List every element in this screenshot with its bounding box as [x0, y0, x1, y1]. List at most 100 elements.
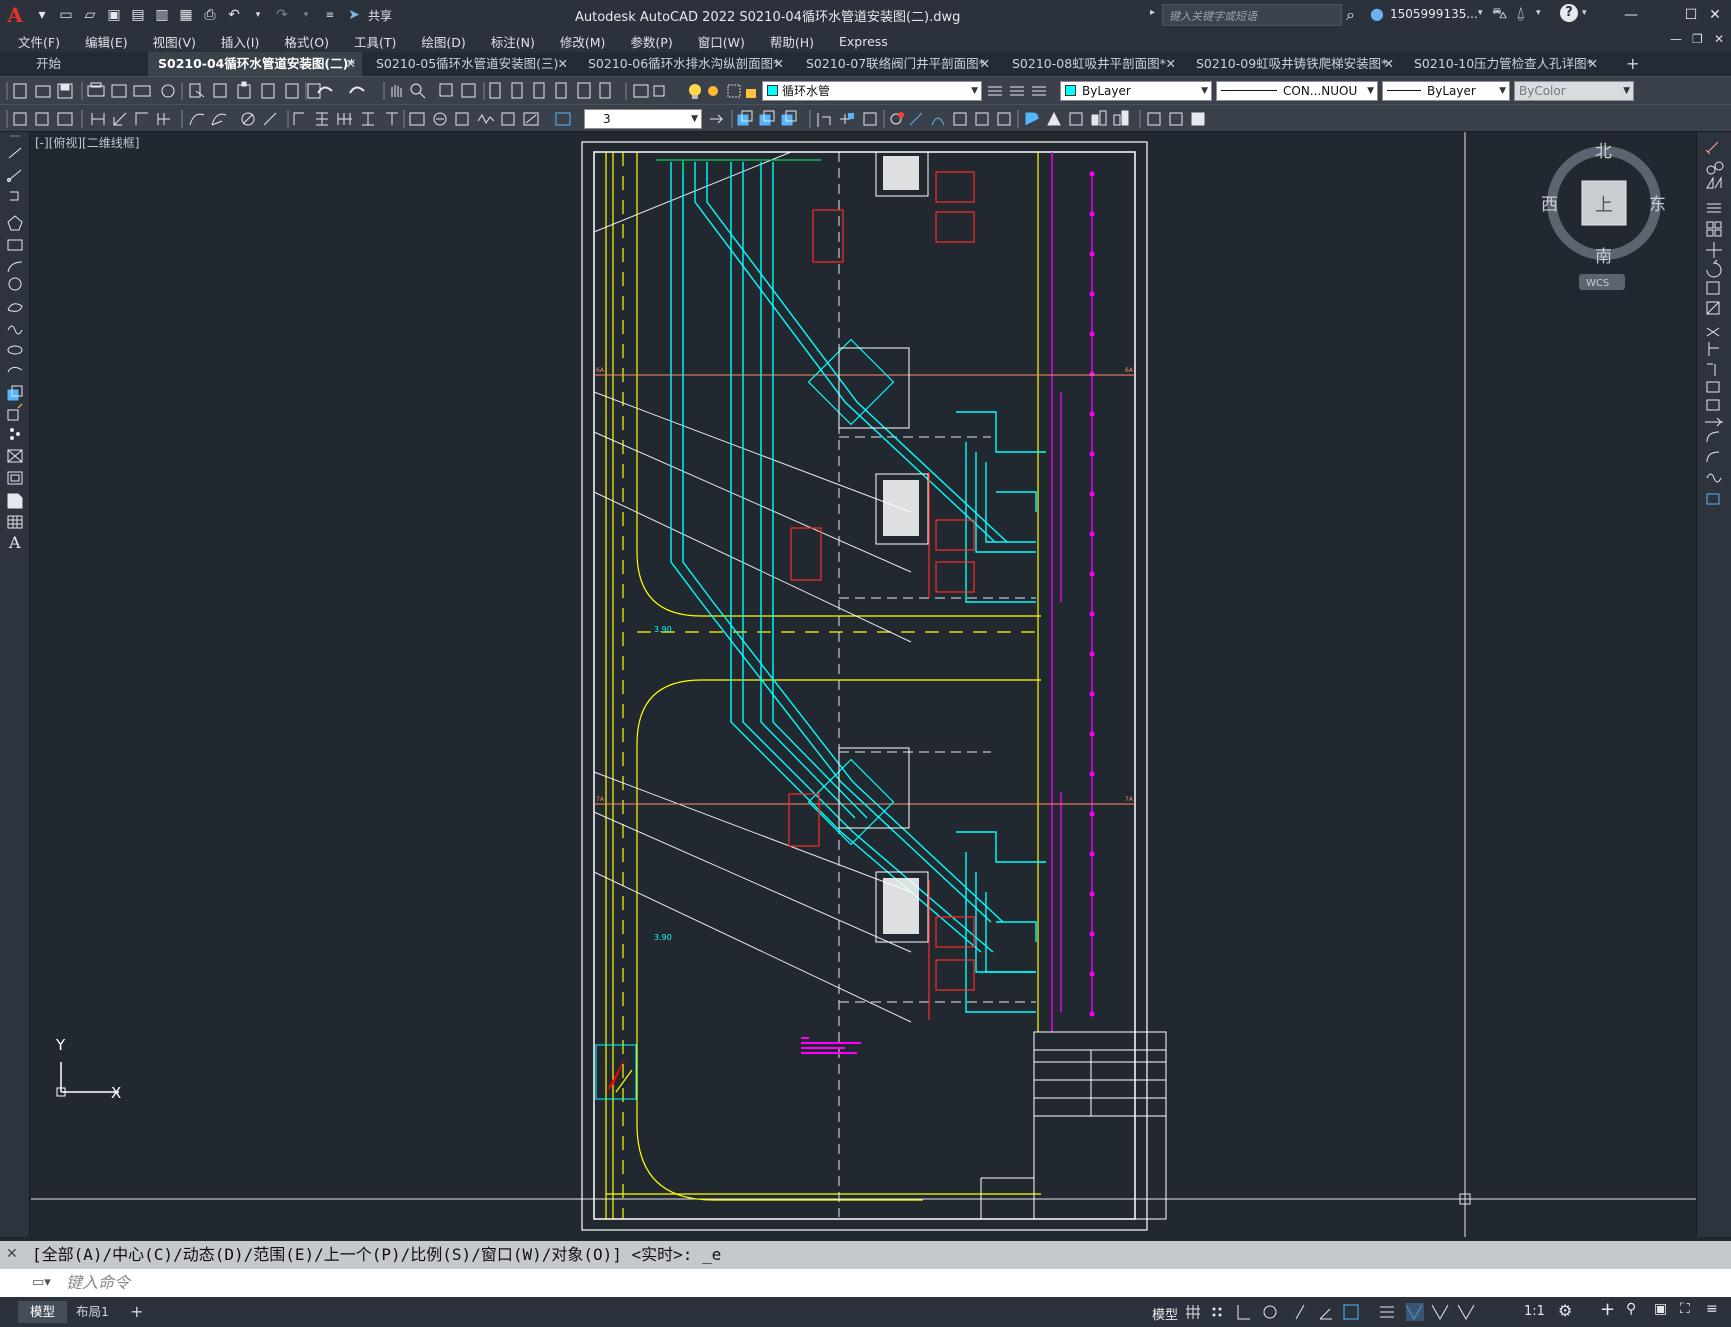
svg-text:A: A: [8, 533, 21, 552]
tab-file-06[interactable]: S0210-06循环水排水沟纵剖面图* ✕: [578, 52, 790, 76]
menu-edit[interactable]: 编辑(E): [85, 32, 128, 51]
tab-file-07[interactable]: S0210-07联络阀门井平剖面图* ✕: [796, 52, 996, 76]
customize-toolbar-icon[interactable]: ≡: [320, 5, 340, 25]
dimstyle-dropdown[interactable]: 3 ▼: [584, 109, 702, 129]
tab-close-icon[interactable]: ✕: [1384, 52, 1394, 76]
viewcube[interactable]: 上 北 南 东 西 WCS: [1541, 140, 1667, 300]
menu-dimension[interactable]: 标注(N): [491, 32, 535, 51]
user-dropdown-icon[interactable]: ▾: [1478, 8, 1483, 18]
tab-label: S0210-10压力管检查人孔详图*: [1414, 56, 1593, 71]
compass-north: 北: [1595, 142, 1612, 162]
gear-icon[interactable]: ⚙: [1558, 1301, 1572, 1320]
doc-restore-button[interactable]: ❐: [1692, 32, 1703, 46]
lineweight-sample: [1387, 90, 1421, 91]
hardware-icon[interactable]: ▣: [1654, 1301, 1667, 1317]
minimize-button[interactable]: —: [1616, 4, 1646, 26]
tab-file-08[interactable]: S0210-08虹吸井平剖面图* ✕: [1002, 52, 1182, 76]
layer-tools-icons[interactable]: [984, 81, 1054, 101]
add-layout-button[interactable]: +: [118, 1301, 155, 1323]
tab-close-icon[interactable]: ✕: [1166, 52, 1176, 76]
plot-icon[interactable]: ⎙: [200, 5, 220, 25]
tab-close-icon[interactable]: ✕: [980, 52, 990, 76]
menu-insert[interactable]: 插入(I): [221, 32, 259, 51]
fullscreen-icon[interactable]: ⛶: [1680, 1301, 1690, 1317]
undo-icon[interactable]: ↶: [224, 5, 244, 25]
command-input[interactable]: 键入命令: [0, 1269, 1731, 1297]
search-icon[interactable]: ⌕: [1346, 5, 1355, 25]
redo-icon[interactable]: ↷: [272, 5, 292, 25]
help-icon[interactable]: ?: [1560, 4, 1578, 22]
menu-parametric[interactable]: 参数(P): [630, 32, 672, 51]
annotation-scale[interactable]: 1:1: [1524, 1304, 1545, 1319]
menu-file[interactable]: 文件(F): [18, 32, 60, 51]
tab-close-icon[interactable]: ✕: [774, 52, 784, 76]
open-file-icon[interactable]: ▱: [80, 5, 100, 25]
add-icon[interactable]: +: [1600, 1299, 1615, 1320]
undo-dropdown-icon[interactable]: ▾: [248, 5, 268, 25]
tab-layout1[interactable]: 布局1: [64, 1301, 121, 1323]
menu-window[interactable]: 窗口(W): [698, 32, 745, 51]
layer-state-icons[interactable]: [686, 81, 762, 101]
save-web-icon[interactable]: ▦: [176, 5, 196, 25]
menu-bar: 文件(F) 编辑(E) 视图(V) 插入(I) 格式(O) 工具(T) 绘图(D…: [0, 30, 1731, 52]
customize-icon[interactable]: ≡: [1706, 1301, 1718, 1317]
model-space-canvas[interactable]: [-][俯视][二维线框] 6A 6A 7A 7A 3.90 3.90 Y X …: [31, 132, 1696, 1237]
status-bar: 模型 布局1 + 模型 1:1 ⚙ + ⚲ ▣ ⛶ ≡: [0, 1297, 1731, 1327]
color-dropdown[interactable]: ByLayer ▼: [1060, 81, 1212, 101]
tab-close-icon[interactable]: ✕: [558, 52, 568, 76]
compass-east: 东: [1649, 195, 1666, 215]
linetype-dropdown[interactable]: CON...NUOU ▼: [1216, 81, 1378, 101]
save-as-icon[interactable]: ▤: [128, 5, 148, 25]
tab-model[interactable]: 模型: [18, 1301, 68, 1323]
cart-icon[interactable]: ⛍: [1492, 4, 1507, 24]
save-icon[interactable]: ▣: [104, 5, 124, 25]
autodesk-app-icon[interactable]: ⍙: [1516, 3, 1526, 23]
user-account[interactable]: 1505999135...: [1390, 7, 1478, 21]
doc-minimize-button[interactable]: —: [1670, 32, 1682, 46]
menu-modify[interactable]: 修改(M): [560, 32, 606, 51]
tab-close-icon[interactable]: ✕: [1588, 52, 1598, 76]
tab-label: S0210-04循环水管道安装图(二)*: [158, 56, 355, 71]
tab-file-04[interactable]: S0210-04循环水管道安装图(二)* ✕: [148, 52, 362, 76]
redo-dropdown-icon[interactable]: ▾: [296, 5, 316, 25]
tab-start[interactable]: 开始: [24, 52, 144, 76]
plotstyle-dropdown[interactable]: ByColor ▼: [1514, 81, 1634, 101]
boundary-marker: [1089, 571, 1095, 577]
user-icon[interactable]: ●: [1370, 4, 1384, 23]
boundary-marker: [1089, 491, 1095, 497]
help-dropdown-icon[interactable]: ▾: [1582, 8, 1587, 18]
new-file-icon[interactable]: ▭: [56, 5, 76, 25]
new-tab-button[interactable]: +: [1620, 52, 1644, 76]
close-button[interactable]: ✕: [1700, 4, 1730, 26]
tab-close-icon[interactable]: ✕: [346, 52, 356, 76]
open-web-icon[interactable]: ▥: [152, 5, 172, 25]
search-chevron-icon[interactable]: ▸: [1150, 7, 1155, 18]
doc-close-button[interactable]: ✕: [1714, 32, 1724, 46]
share-button[interactable]: 共享: [368, 7, 392, 24]
menu-view[interactable]: 视图(V): [153, 32, 196, 51]
menu-help[interactable]: 帮助(H): [770, 32, 814, 51]
tab-file-09[interactable]: S0210-09虹吸井铸铁爬梯安装图* ✕: [1186, 52, 1400, 76]
command-prompt-icon[interactable]: ▭▾: [32, 1275, 51, 1290]
compass-west: 西: [1541, 195, 1558, 215]
autodesk-dropdown-icon[interactable]: ▾: [1536, 8, 1541, 18]
layer-dropdown[interactable]: 循环水管 ▼: [762, 81, 982, 101]
command-close-icon[interactable]: ✕: [6, 1246, 18, 1262]
menu-tools[interactable]: 工具(T): [354, 32, 396, 51]
app-logo[interactable]: A: [0, 0, 30, 30]
model-space-button[interactable]: 模型: [1152, 1304, 1178, 1323]
share-icon[interactable]: ➤: [344, 5, 364, 25]
boundary-marker: [1089, 611, 1095, 617]
app-menu-chevron-icon[interactable]: ▾: [32, 5, 52, 25]
menu-draw[interactable]: 绘图(D): [421, 32, 465, 51]
lineweight-dropdown[interactable]: ByLayer ▼: [1382, 81, 1510, 101]
color-value: ByLayer: [1082, 84, 1131, 98]
axis-label-7a-left: 7A: [596, 796, 605, 803]
menu-format[interactable]: 格式(O): [284, 32, 329, 51]
isolate-icon[interactable]: ⚲: [1626, 1301, 1636, 1317]
search-input[interactable]: 键入关键字或短语: [1162, 4, 1342, 26]
linetype-sample: [1221, 90, 1277, 91]
menu-express[interactable]: Express: [839, 34, 888, 49]
tab-file-10[interactable]: S0210-10压力管检查人孔详图* ✕: [1404, 52, 1604, 76]
tab-file-05[interactable]: S0210-05循环水管道安装图(三) ✕: [366, 52, 574, 76]
